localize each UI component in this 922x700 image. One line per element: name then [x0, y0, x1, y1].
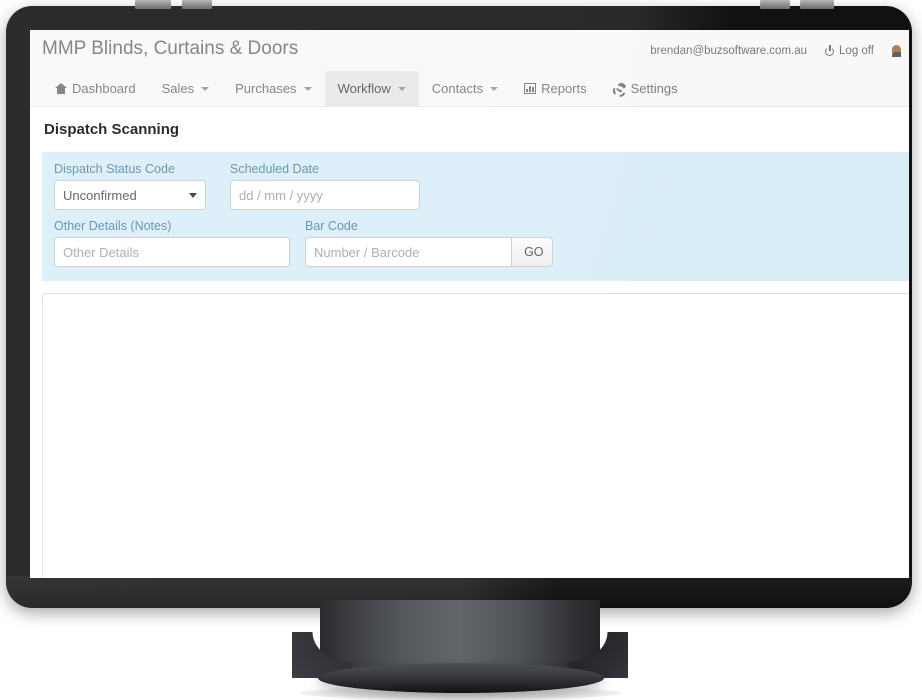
- nav-item-reports[interactable]: Reports: [511, 71, 600, 106]
- form-row-bottom: Other Details (Notes) Bar Code GO: [54, 219, 902, 267]
- nav-item-dashboard[interactable]: Dashboard: [42, 71, 149, 106]
- dispatch-status-code-label: Dispatch Status Code: [54, 162, 175, 176]
- home-icon: [55, 83, 67, 94]
- chevron-down-icon: [201, 86, 210, 91]
- nav-item-settings[interactable]: Settings: [600, 71, 691, 106]
- page-title: Dispatch Scanning: [44, 121, 180, 138]
- nav-item-workflow[interactable]: Workflow: [324, 71, 419, 106]
- account-area: brendan@buzsoftware.com.au Log off: [650, 44, 901, 57]
- brand-bar: MMP Blinds, Curtains & Doors brendan@buz…: [30, 30, 909, 71]
- field-scheduled-date: Scheduled Date: [230, 162, 420, 210]
- go-button[interactable]: GO: [511, 237, 553, 267]
- web-page: MMP Blinds, Curtains & Doors brendan@buz…: [30, 30, 909, 578]
- page-content: Dispatch Scanning Dispatch Status Code U…: [30, 107, 909, 578]
- monitor-mount-tab: [760, 0, 790, 9]
- nav-label: Settings: [630, 81, 678, 96]
- scheduled-date-label: Scheduled Date: [230, 162, 319, 176]
- scan-results-panel: [42, 293, 909, 578]
- dispatch-status-code-select[interactable]: Unconfirmed: [54, 180, 206, 210]
- form-row-top: Dispatch Status Code Unconfirmed Schedul…: [54, 162, 902, 210]
- dispatch-filter-panel: Dispatch Status Code Unconfirmed Schedul…: [42, 152, 909, 281]
- log-off-label: Log off: [839, 44, 874, 57]
- nav-item-sales[interactable]: Sales: [149, 71, 223, 106]
- other-details-input[interactable]: [54, 237, 290, 267]
- nav-item-purchases[interactable]: Purchases: [222, 71, 324, 106]
- chevron-down-icon: [303, 86, 312, 91]
- monitor-mount-tab: [135, 0, 171, 9]
- bar-code-input[interactable]: [305, 237, 512, 267]
- nav-label: Reports: [541, 81, 587, 96]
- nav-label: Dashboard: [72, 81, 136, 96]
- field-bar-code: Bar Code GO: [305, 219, 553, 267]
- monitor-illustration: MMP Blinds, Curtains & Doors brendan@buz…: [0, 0, 922, 700]
- scheduled-date-input[interactable]: [230, 180, 420, 210]
- account-email: brendan@buzsoftware.com.au: [650, 44, 808, 57]
- chevron-down-icon: [490, 86, 499, 91]
- user-avatar-icon[interactable]: [892, 44, 901, 57]
- monitor-bezel: MMP Blinds, Curtains & Doors brendan@buz…: [6, 6, 912, 608]
- monitor-screen: MMP Blinds, Curtains & Doors brendan@buz…: [30, 30, 909, 578]
- field-dispatch-status-code: Dispatch Status Code Unconfirmed: [54, 162, 206, 210]
- monitor-mount-tab: [800, 0, 834, 9]
- field-other-details: Other Details (Notes): [54, 219, 290, 267]
- nav-label: Purchases: [235, 81, 297, 96]
- bar-code-label: Bar Code: [305, 219, 358, 233]
- gear-icon: [612, 82, 626, 97]
- main-navbar: Dashboard Sales Purchases Workflow Conta…: [30, 71, 909, 107]
- nav-label: Contacts: [431, 81, 484, 96]
- nav-label: Workflow: [337, 81, 391, 96]
- brand-title: MMP Blinds, Curtains & Doors: [42, 38, 299, 59]
- log-off-link[interactable]: Log off: [825, 45, 874, 57]
- bar-chart-icon: [524, 83, 537, 94]
- chevron-down-icon: [397, 86, 406, 91]
- power-icon: [825, 45, 836, 56]
- nav-label: Sales: [161, 81, 195, 96]
- monitor-mount-tab: [182, 0, 212, 9]
- nav-item-contacts[interactable]: Contacts: [419, 71, 511, 106]
- other-details-label: Other Details (Notes): [54, 219, 172, 233]
